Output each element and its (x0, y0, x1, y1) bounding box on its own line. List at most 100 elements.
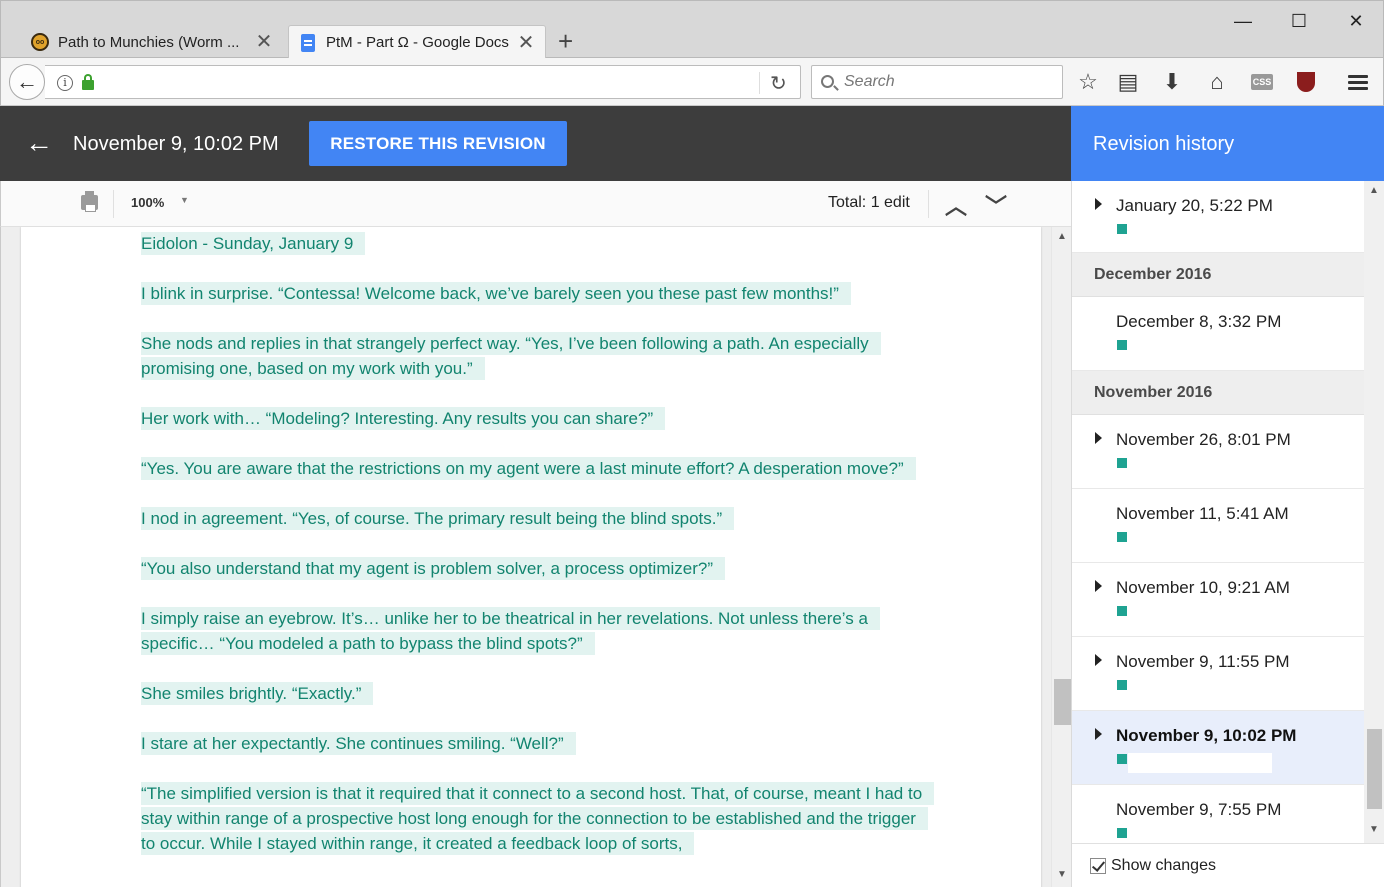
search-icon (821, 75, 834, 88)
show-changes-label[interactable]: Show changes (1111, 857, 1216, 875)
document-paragraph: I nod in agreement. “Yes, of course. The… (141, 506, 931, 531)
document-paragraph: She nods and replies in that strangely p… (141, 331, 931, 381)
expand-caret-icon[interactable] (1095, 198, 1102, 210)
paragraph-text: Her work with… “Modeling? Interesting. A… (141, 407, 666, 430)
css-extension-icon[interactable]: CSS (1248, 68, 1276, 96)
paragraph-text: I stare at her expectantly. She continue… (141, 732, 576, 755)
search-box[interactable] (811, 65, 1063, 99)
scroll-up-arrow-icon[interactable]: ▲ (1369, 185, 1379, 196)
paragraph-text: I nod in agreement. “Yes, of course. The… (141, 507, 735, 530)
tab-path-to-munchies[interactable]: oo Path to Munchies (Worm ... ✕ (21, 25, 283, 59)
home-icon[interactable]: ⌂ (1203, 68, 1231, 96)
revision-item[interactable]: November 26, 8:01 PM (1072, 415, 1364, 489)
minimize-icon[interactable]: — (1231, 9, 1255, 33)
paragraph-text: Eidolon - Sunday, January 9 (141, 232, 366, 255)
hamburger-menu-icon[interactable] (1344, 68, 1372, 96)
editor-color-swatch (1117, 532, 1127, 542)
editor-color-swatch (1117, 606, 1127, 616)
zoom-select[interactable]: 100% (131, 195, 164, 210)
reload-icon[interactable]: ↻ (770, 71, 787, 96)
editor-name-field (1128, 753, 1272, 773)
paragraph-text: “Yes. You are aware that the restriction… (141, 457, 916, 480)
show-changes-checkbox[interactable] (1090, 858, 1106, 874)
back-arrow-icon[interactable]: ← (9, 64, 45, 100)
url-bar[interactable]: i ↻ (45, 65, 801, 99)
tab-title: Path to Munchies (Worm ... (58, 33, 240, 51)
revision-timestamp: November 10, 9:21 AM (1116, 578, 1290, 597)
scroll-up-arrow-icon[interactable]: ▲ (1057, 231, 1067, 242)
previous-edit-chevron-up-icon[interactable]: ︿ (945, 189, 967, 221)
document-paragraph: “Yes. You are aware that the restriction… (141, 456, 931, 481)
total-edits-label: Total: 1 edit (828, 194, 910, 211)
tab-google-docs[interactable]: PtM - Part Ω - Google Docs ✕ (288, 25, 546, 59)
back-to-document-arrow-icon[interactable]: ← (25, 128, 53, 158)
revision-item[interactable]: November 9, 11:55 PM (1072, 637, 1364, 711)
revision-item[interactable]: December 8, 3:32 PM (1072, 297, 1364, 371)
expand-caret-icon[interactable] (1095, 728, 1102, 740)
revision-item[interactable]: January 20, 5:22 PM (1072, 181, 1364, 253)
download-arrow-icon[interactable]: ⬇ (1158, 68, 1186, 96)
editor-color-swatch (1117, 224, 1127, 234)
document-page: Eidolon - Sunday, January 9 I blink in su… (21, 227, 1041, 887)
show-changes-row: Show changes (1072, 843, 1384, 887)
scroll-down-arrow-icon[interactable]: ▼ (1369, 824, 1379, 835)
tab-title: PtM - Part Ω - Google Docs (326, 34, 509, 51)
paragraph-text: “You also understand that my agent is pr… (141, 557, 725, 580)
restore-revision-button[interactable]: RESTORE THIS REVISION (309, 121, 567, 166)
paragraph-text: “The simplified version is that it requi… (141, 782, 935, 855)
document-paragraph: She smiles brightly. “Exactly.” (141, 681, 931, 706)
revision-timestamp: November 9, 11:55 PM (1116, 652, 1290, 671)
next-edit-chevron-down-icon[interactable]: ﹀ (985, 189, 1007, 221)
close-tab-icon[interactable]: ✕ (517, 33, 535, 53)
document-paragraph: I blink in surprise. “Contessa! Welcome … (141, 281, 931, 306)
browser-navbar: ← i ↻ ☆ ▤ ⬇ ⌂ CSS 10 (0, 58, 1384, 136)
expand-caret-icon[interactable] (1095, 580, 1102, 592)
bookmark-star-icon[interactable]: ☆ (1074, 68, 1102, 96)
editor-color-swatch (1117, 458, 1127, 468)
document-paragraph: I simply raise an eyebrow. It’s… unlike … (141, 606, 931, 656)
search-input[interactable] (844, 66, 1054, 98)
new-tab-plus-icon[interactable]: + (558, 28, 573, 54)
docs-favicon-wrap (299, 33, 317, 52)
editor-color-swatch (1117, 680, 1127, 690)
ublock-shield-icon[interactable] (1292, 68, 1320, 96)
revision-header: ← November 9, 10:02 PM RESTORE THIS REVI… (0, 106, 1071, 181)
toolbar-divider (113, 190, 114, 218)
expand-caret-icon[interactable] (1095, 432, 1102, 444)
revision-timestamp: November 11, 5:41 AM (1116, 504, 1289, 523)
paragraph-text: She nods and replies in that strangely p… (141, 332, 881, 380)
history-scroll-thumb[interactable] (1367, 729, 1382, 809)
reading-list-icon[interactable]: ▤ (1114, 68, 1142, 96)
close-tab-icon[interactable]: ✕ (255, 32, 273, 52)
revision-item[interactable]: November 10, 9:21 AM (1072, 563, 1364, 637)
document-paragraph: I stare at her expectantly. She continue… (141, 731, 931, 756)
lock-icon[interactable] (82, 74, 94, 90)
document-paragraph: Eidolon - Sunday, January 9 (141, 231, 931, 256)
info-icon[interactable]: i (57, 75, 73, 91)
expand-caret-icon[interactable] (1095, 654, 1102, 666)
revision-timestamp: November 26, 8:01 PM (1116, 430, 1291, 449)
history-scrollbar[interactable]: ▲ ▼ (1364, 181, 1384, 843)
paragraph-text: I simply raise an eyebrow. It’s… unlike … (141, 607, 880, 655)
document-paragraph: “The simplified version is that it requi… (141, 781, 935, 856)
close-window-icon[interactable]: ✕ (1344, 9, 1368, 33)
revision-list: January 20, 5:22 PM December 2016 December… (1072, 181, 1364, 859)
revision-history-header: Revision history (1071, 106, 1384, 181)
revision-item[interactable]: November 11, 5:41 AM (1072, 489, 1364, 563)
document-scroll-thumb[interactable] (1054, 679, 1071, 725)
document-paragraph: “You also understand that my agent is pr… (141, 556, 931, 581)
editor-color-swatch (1117, 340, 1127, 350)
revision-date-title: November 9, 10:02 PM (73, 133, 279, 155)
scroll-down-arrow-icon[interactable]: ▼ (1057, 869, 1067, 880)
maximize-icon[interactable]: ☐ (1287, 9, 1311, 33)
url-divider (759, 72, 760, 94)
revision-timestamp: December 8, 3:32 PM (1116, 312, 1282, 331)
revision-item-selected[interactable]: November 9, 10:02 PM (1072, 711, 1364, 785)
editor-color-swatch (1117, 754, 1127, 764)
document-area: Eidolon - Sunday, January 9 I blink in su… (0, 227, 1071, 887)
document-scrollbar[interactable]: ▲ ▼ (1051, 227, 1071, 887)
print-icon[interactable] (81, 191, 98, 212)
zoom-dropdown-arrow-icon[interactable]: ▼ (180, 195, 189, 205)
revision-timestamp: November 9, 10:02 PM (1116, 726, 1297, 745)
google-docs-favicon-icon (301, 33, 315, 52)
